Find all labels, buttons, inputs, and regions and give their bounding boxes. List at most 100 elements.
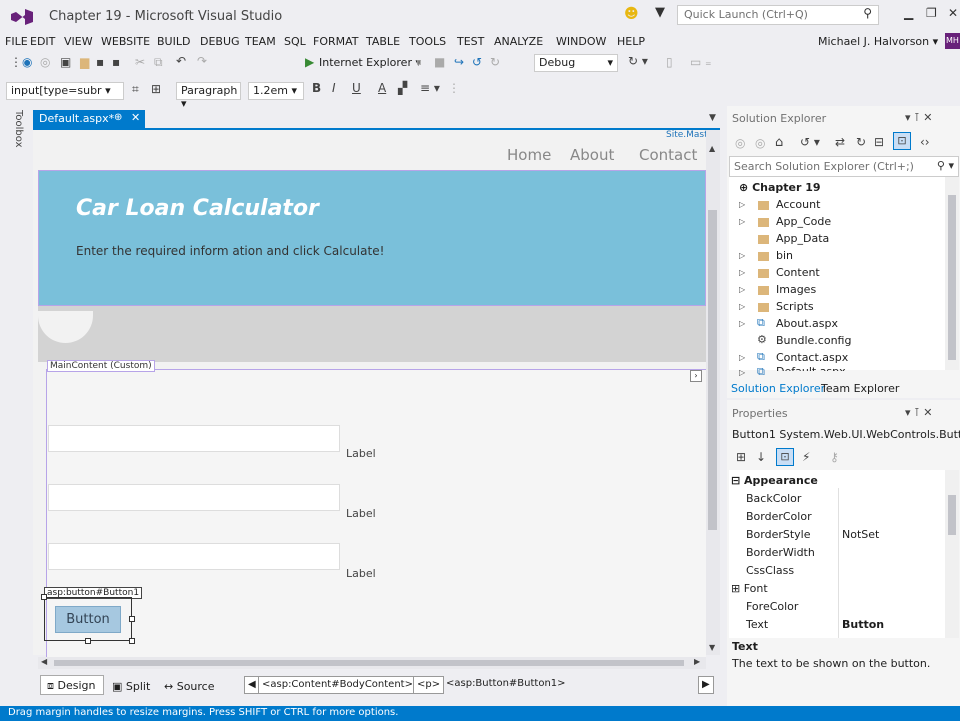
open-file-icon[interactable]: ▆ [80, 55, 89, 69]
tree-item-bundle-config[interactable]: Bundle.config [776, 334, 851, 347]
button1[interactable]: Button [55, 606, 121, 633]
view-icon[interactable]: ▯ [666, 55, 673, 69]
tab-team-explorer[interactable]: Team Explorer [821, 382, 899, 395]
crumb-scroll-right-icon[interactable]: ▶ [698, 676, 714, 694]
start-debugging-icon[interactable]: ▶ [305, 55, 314, 69]
expand-icon[interactable]: ▷ [739, 268, 745, 277]
undo-icon[interactable]: ↶ [176, 54, 186, 68]
menu-build[interactable]: BUILD [157, 35, 190, 48]
notifications-flag-icon[interactable]: ▼ [655, 5, 665, 20]
close-tab-icon[interactable]: ✕ [131, 111, 140, 124]
smart-tag-chevron-icon[interactable]: › [690, 370, 702, 382]
resize-handle[interactable] [85, 638, 91, 644]
document-list-dropdown-icon[interactable]: ▼ [709, 113, 716, 123]
se-back-icon[interactable]: ◎ [735, 136, 745, 150]
show-all-files-icon[interactable]: ⊡ [893, 132, 911, 150]
property-pages-icon[interactable]: ⚷ [830, 450, 839, 464]
solution-configuration-dropdown[interactable]: Debug ▾ [534, 54, 618, 72]
font-color-icon[interactable]: A [378, 81, 386, 95]
expand-icon[interactable]: ▷ [739, 353, 745, 362]
menu-edit[interactable]: EDIT [30, 35, 55, 48]
properties-object-selector[interactable]: Button1 System.Web.UI.WebControls.Butt [732, 428, 960, 441]
events-icon[interactable]: ⚡ [802, 450, 810, 464]
menu-debug[interactable]: DEBUG [200, 35, 240, 48]
forward-icon[interactable]: ◎ [40, 55, 50, 69]
close-icon[interactable]: ✕ [948, 6, 958, 20]
menu-file[interactable]: FILE [5, 35, 28, 48]
nav-contact[interactable]: Contact [639, 146, 697, 164]
category-appearance[interactable]: ⊟ Appearance [731, 474, 818, 487]
underline-icon[interactable]: U [352, 81, 361, 95]
tree-item-contact[interactable]: Contact.aspx [776, 351, 848, 364]
prop-value[interactable]: NotSet [842, 528, 879, 541]
se-forward-icon[interactable]: ◎ [755, 136, 765, 150]
document-tab[interactable]: Default.aspx* ⊕ ✕ [33, 110, 145, 128]
tree-root[interactable]: ⊕ Chapter 19 [739, 181, 821, 194]
highlight-icon[interactable]: ▞ [398, 81, 407, 95]
design-view-icon[interactable]: ⊞ [151, 82, 161, 96]
menu-test[interactable]: TEST [457, 35, 484, 48]
tree-item-content[interactable]: Content [776, 266, 820, 279]
pause-icon[interactable]: ⏸ [416, 55, 422, 70]
home-icon[interactable]: ⌂ [775, 135, 783, 150]
prop-name[interactable]: ForeColor [746, 600, 798, 613]
menu-tools[interactable]: TOOLS [409, 35, 446, 48]
pin-icon[interactable]: ⊕ [114, 112, 122, 123]
toolbar-options-icon[interactable]: ▭ ₌ [690, 55, 712, 69]
attach-process-icon[interactable]: ↻ ▾ [628, 54, 648, 68]
expand-icon[interactable]: ▷ [739, 368, 745, 377]
nav-about[interactable]: About [570, 146, 614, 164]
prop-name[interactable]: BorderColor [746, 510, 812, 523]
tree-item-about[interactable]: About.aspx [776, 317, 838, 330]
prop-name[interactable]: Text [746, 618, 768, 631]
font-size-dropdown[interactable]: 1.2em ▾ [248, 82, 304, 100]
step-over-icon[interactable]: ↺ [472, 55, 482, 69]
copy-icon[interactable]: ⧉ [154, 55, 163, 70]
breadcrumb-p[interactable]: <p> [413, 676, 445, 694]
tree-item-app-data[interactable]: App_Data [776, 232, 829, 245]
prop-value[interactable]: Button [842, 618, 884, 631]
menu-sql[interactable]: SQL [284, 35, 306, 48]
expand-icon[interactable]: ▷ [739, 285, 745, 294]
properties-icon[interactable]: ⊡ [776, 448, 794, 466]
save-icon[interactable]: ▪ [96, 55, 104, 69]
resize-handle[interactable] [129, 638, 135, 644]
expand-icon[interactable]: ▷ [739, 200, 745, 209]
resize-handle[interactable] [41, 594, 47, 600]
breadcrumb-content[interactable]: <asp:Content#BodyContent> [258, 676, 417, 694]
cut-icon[interactable]: ✂ [135, 55, 145, 69]
stop-icon[interactable]: ■ [434, 55, 445, 69]
scroll-down-icon[interactable]: ▼ [709, 643, 715, 652]
back-icon[interactable]: ◉ [22, 55, 32, 69]
bullets-icon[interactable]: ⋮ [448, 81, 460, 95]
main-content-region[interactable] [46, 369, 706, 659]
collapse-all-icon[interactable]: ⊟ [874, 135, 884, 149]
menu-help[interactable]: HELP [617, 35, 645, 48]
toolbox-tab[interactable]: Toolbox [8, 110, 24, 152]
user-avatar[interactable]: MH [945, 33, 960, 49]
expand-icon[interactable]: ▷ [739, 319, 745, 328]
se-scroll-thumb[interactable] [948, 195, 956, 360]
menu-table[interactable]: TABLE [366, 35, 400, 48]
horizontal-scroll-thumb[interactable] [54, 660, 684, 666]
expand-icon[interactable]: ▷ [739, 251, 745, 260]
panel-controls[interactable]: ▾ ⊺ ✕ [905, 406, 932, 419]
textbox-2[interactable] [48, 484, 340, 511]
main-content-tag[interactable]: MainContent (Custom) [47, 360, 155, 372]
textbox-1[interactable] [48, 425, 340, 452]
target-rule-dropdown[interactable]: input[type=subr ▾ [6, 82, 124, 100]
props-scroll-thumb[interactable] [948, 495, 956, 535]
step-icon[interactable]: ↪ [454, 55, 464, 69]
quick-launch-input[interactable]: Quick Launch (Ctrl+Q) ⚲ [677, 5, 879, 25]
history-icon[interactable]: ↺ ▾ [800, 135, 820, 149]
tree-item-scripts[interactable]: Scripts [776, 300, 814, 313]
minimize-icon[interactable]: ▁ [904, 6, 913, 20]
restore-icon[interactable]: ❐ [926, 6, 937, 20]
vertical-scroll-thumb[interactable] [708, 210, 717, 530]
refresh-icon[interactable]: ↻ [856, 135, 866, 149]
show-tags-icon[interactable]: ⌗ [132, 82, 139, 97]
tree-item-default[interactable]: Default.aspx [776, 366, 846, 371]
bold-icon[interactable]: B [312, 81, 321, 95]
menu-view[interactable]: VIEW [64, 35, 93, 48]
scroll-right-icon[interactable]: ▶ [694, 657, 700, 666]
